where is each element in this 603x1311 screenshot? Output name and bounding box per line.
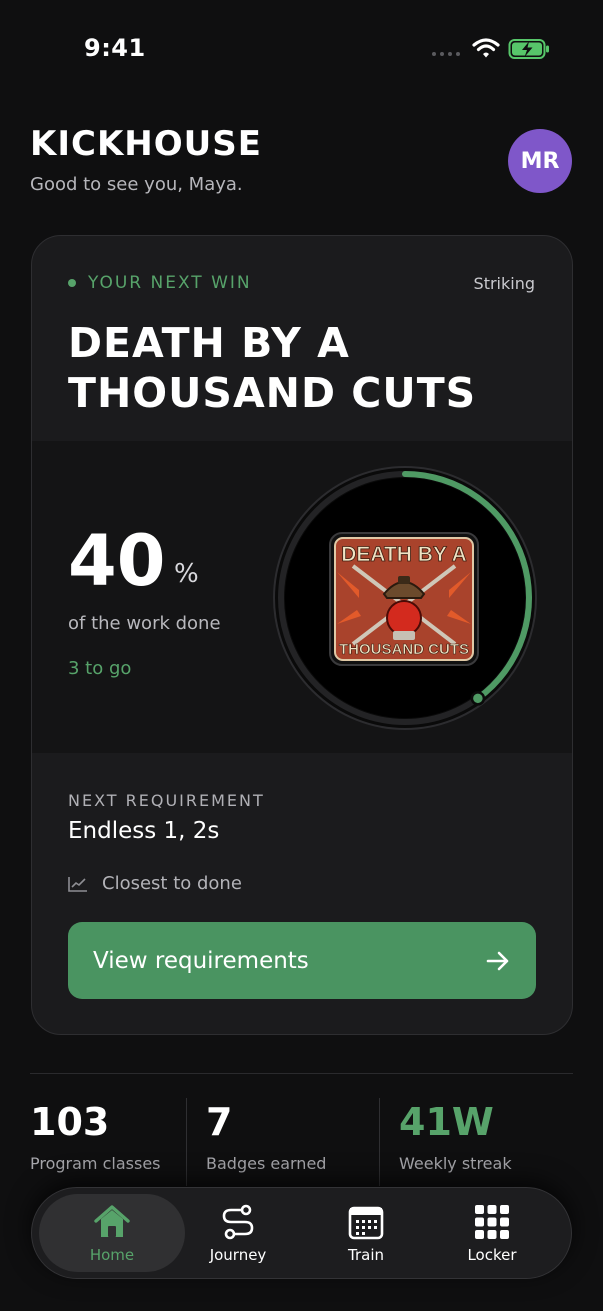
trend-chart-icon	[68, 876, 87, 892]
stat-program-classes: 103 Program classes	[30, 1097, 161, 1187]
tab-label: Journey	[209, 1246, 267, 1264]
work-done-label: of the work done	[68, 613, 221, 634]
next-requirement-label: NEXT REQUIREMENT	[68, 791, 265, 810]
progress-panel: 40 % of the work done 3 to go	[32, 441, 572, 753]
tab-label: Train	[348, 1246, 384, 1264]
hint-label: Closest to done	[102, 873, 242, 894]
eyebrow: YOUR NEXT WIN	[68, 273, 252, 293]
stat-separator	[379, 1098, 380, 1186]
cta-label: View requirements	[93, 947, 309, 974]
stat-value: 7	[206, 1100, 233, 1144]
badge-title: DEATH BY A THOUSAND CUTS	[68, 319, 477, 417]
route-icon	[222, 1204, 254, 1240]
stat-label: Program classes	[30, 1154, 161, 1173]
tab-locker[interactable]: Locker	[436, 1194, 548, 1272]
badge-art-line-2: THOUSAND CUTS	[339, 641, 469, 658]
card-header: YOUR NEXT WIN Striking DEATH BY A THOUSA…	[32, 236, 572, 441]
next-win-card[interactable]: YOUR NEXT WIN Striking DEATH BY A THOUSA…	[31, 235, 573, 1035]
divider	[30, 1073, 573, 1074]
badge-art-line-1: DEATH BY A	[341, 543, 467, 566]
stat-badges-earned: 7 Badges earned	[206, 1097, 326, 1187]
grid-icon	[475, 1205, 509, 1239]
signal-icon	[432, 52, 462, 56]
tab-label: Locker	[467, 1246, 517, 1264]
tab-label: Home	[89, 1246, 135, 1264]
wifi-icon	[472, 38, 500, 58]
next-requirement-value: Endless 1, 2s	[68, 818, 220, 844]
view-requirements-button[interactable]: View requirements	[68, 922, 536, 999]
stat-value: 103	[30, 1100, 110, 1144]
stat-weekly-streak: 41W Weekly streak	[399, 1097, 512, 1187]
stat-label: Badges earned	[206, 1154, 327, 1173]
stat-value: 41W	[399, 1100, 494, 1144]
battery-charging-icon	[508, 39, 549, 59]
badge-image: DEATH BY A THOUSAND CUTS	[329, 532, 479, 666]
tab-home[interactable]: Home	[39, 1194, 185, 1272]
tab-journey[interactable]: Journey	[182, 1194, 294, 1272]
percent-sign: %	[174, 559, 199, 589]
home-icon	[94, 1205, 130, 1237]
app-brand: KICKHOUSE	[30, 124, 262, 164]
status-bar: 9:41	[0, 0, 603, 96]
progress-knob	[470, 691, 486, 706]
remaining-label: 3 to go	[68, 658, 132, 679]
avatar[interactable]: MR	[508, 129, 572, 193]
eyebrow-label: YOUR NEXT WIN	[88, 273, 252, 293]
progress-percent: 40	[68, 520, 166, 602]
status-dot-icon	[68, 279, 76, 287]
closest-hint: Closest to done	[68, 873, 242, 894]
calendar-icon	[348, 1206, 384, 1240]
tab-train[interactable]: Train	[310, 1194, 422, 1272]
stat-separator	[186, 1098, 187, 1186]
status-time: 9:41	[84, 34, 146, 62]
tab-bar: Home Journey Train Locker	[31, 1187, 572, 1279]
arrow-right-icon	[486, 951, 509, 970]
greeting-text: Good to see you, Maya.	[30, 174, 243, 195]
stat-label: Weekly streak	[399, 1154, 512, 1173]
category-label: Striking	[473, 274, 535, 293]
